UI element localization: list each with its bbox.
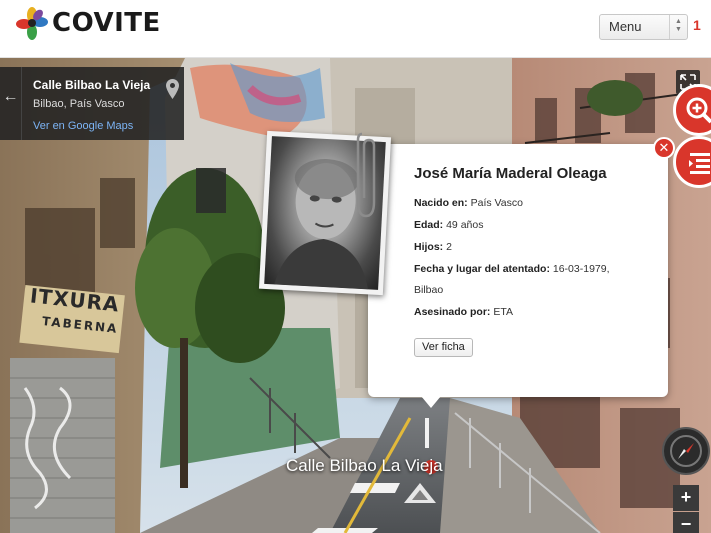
- menu-select-label: Menu: [609, 19, 642, 34]
- menu-select[interactable]: Menu ▲ ▼: [599, 14, 688, 40]
- list-indent-icon: [689, 153, 710, 174]
- menu-count-badge: 1: [693, 17, 701, 33]
- info-row-birthplace: Nacido en: País Vasco: [414, 197, 523, 209]
- zoom-search-button[interactable]: [673, 84, 711, 136]
- info-label: Edad:: [414, 219, 444, 231]
- covite-logo-icon[interactable]: [16, 6, 48, 42]
- street-name-label: Calle Bilbao La Vieja: [286, 456, 443, 475]
- info-row-killed-by: Asesinado por: ETA: [414, 306, 513, 318]
- location-title: Calle Bilbao La Vieja: [33, 78, 151, 92]
- zoom-out-button[interactable]: −: [673, 512, 699, 533]
- map-pin-icon[interactable]: [166, 79, 179, 99]
- info-label: Asesinado por:: [414, 306, 491, 318]
- info-value: Bilbao: [414, 284, 444, 296]
- info-label: Fecha y lugar del atentado:: [414, 263, 550, 275]
- victim-info-popup: José María Maderal Oleaga Nacido en: Paí…: [368, 144, 668, 397]
- info-value: 49 años: [446, 219, 484, 231]
- victim-name: José María Maderal Oleaga: [414, 165, 607, 182]
- info-label: Hijos:: [414, 241, 444, 253]
- info-value: 2: [446, 241, 452, 253]
- site-header: COVITE Menu ▲ ▼ 1: [0, 0, 711, 58]
- info-value: País Vasco: [470, 197, 523, 209]
- street-view-info-panel: ← Calle Bilbao La Vieja Bilbao, País Vas…: [0, 67, 184, 140]
- view-record-button[interactable]: Ver ficha: [414, 338, 473, 357]
- compass-control[interactable]: [662, 427, 710, 475]
- location-subtitle: Bilbao, País Vasco: [33, 98, 125, 110]
- logo-text[interactable]: COVITE: [52, 8, 161, 38]
- close-popup-button[interactable]: ✕: [653, 137, 675, 159]
- paperclip-icon: [356, 132, 376, 218]
- info-row-attack-date: Fecha y lugar del atentado: 16-03-1979,: [414, 263, 610, 275]
- popup-pointer: [421, 396, 441, 408]
- magnifier-plus-icon: [686, 97, 711, 124]
- zoom-in-button[interactable]: +: [673, 485, 699, 511]
- info-value: 16-03-1979,: [552, 263, 610, 275]
- select-arrows-icon: ▲ ▼: [669, 15, 687, 39]
- back-arrow-icon[interactable]: ←: [0, 67, 22, 140]
- info-value: ETA: [493, 306, 514, 318]
- info-row-age: Edad: 49 años: [414, 219, 483, 231]
- info-label: Nacido en:: [414, 197, 468, 209]
- compass-needle-icon: [670, 435, 702, 467]
- info-row-attack-place: Bilbao: [414, 284, 443, 296]
- google-maps-link[interactable]: Ver en Google Maps: [33, 120, 133, 132]
- info-row-children: Hijos: 2: [414, 241, 452, 253]
- list-toggle-button[interactable]: [673, 136, 711, 188]
